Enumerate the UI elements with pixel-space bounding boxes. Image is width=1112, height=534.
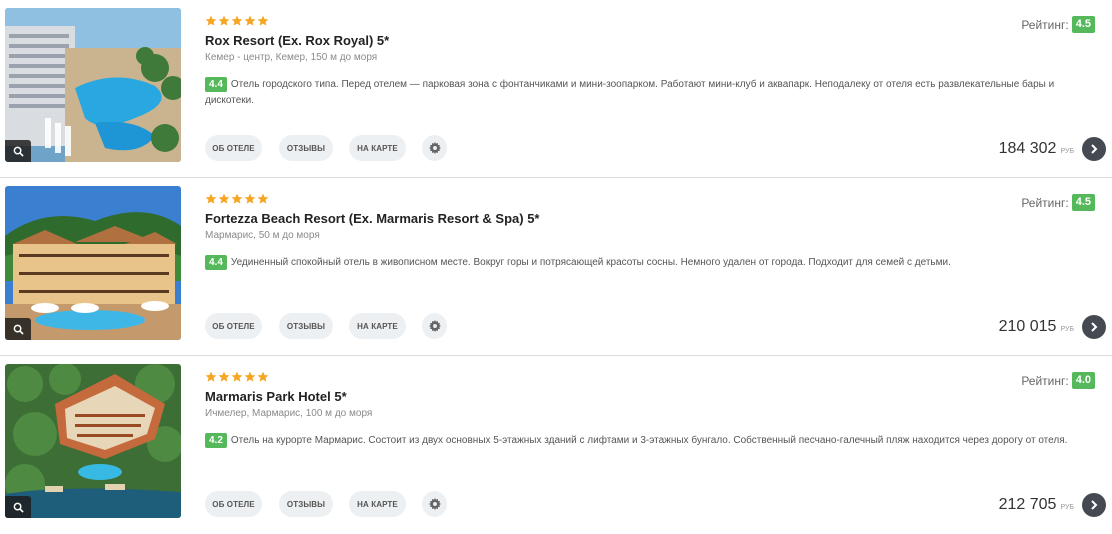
- description-text: Уединенный спокойный отель в живописном …: [230, 257, 951, 268]
- star-icon: [257, 193, 269, 204]
- description-text: Отель городского типа. Перед отелем — па…: [205, 79, 1055, 106]
- star-icon: [257, 371, 269, 382]
- zoom-button[interactable]: [5, 318, 31, 340]
- open-offer-button[interactable]: [1082, 137, 1106, 161]
- star-icon: [244, 193, 256, 204]
- reviews-button[interactable]: ОТЗЫВЫ: [279, 491, 333, 517]
- rating: Рейтинг: 4.0: [1021, 372, 1095, 389]
- hotel-photo-image: [5, 186, 181, 340]
- reviews-button[interactable]: ОТЗЫВЫ: [279, 135, 333, 161]
- open-offer-button[interactable]: [1082, 493, 1106, 517]
- hotel-title[interactable]: Rox Resort (Ex. Rox Royal) 5*: [205, 33, 389, 48]
- map-button[interactable]: НА КАРТЕ: [349, 135, 406, 161]
- hotel-title[interactable]: Marmaris Park Hotel 5*: [205, 389, 347, 404]
- price: 212 705 РУБ: [999, 496, 1074, 514]
- review-score-badge: 4.4: [205, 77, 227, 92]
- rating-badge: 4.0: [1071, 372, 1095, 389]
- hotel-list: Rox Resort (Ex. Rox Royal) 5* Кемер - це…: [0, 0, 1112, 534]
- description-text: Отель на курорте Мармарис. Состоит из дв…: [230, 435, 1068, 446]
- rating-label: Рейтинг:: [1021, 373, 1069, 388]
- about-hotel-button[interactable]: ОБ ОТЕЛЕ: [205, 135, 262, 161]
- star-icon: [244, 15, 256, 26]
- star-icon: [231, 193, 243, 204]
- rating-badge: 4.5: [1071, 16, 1095, 33]
- price-amount: 184 302: [998, 140, 1057, 157]
- gear-icon: [428, 498, 441, 510]
- hotel-description: 4.4 Уединенный спокойный отель в живописн…: [205, 255, 1105, 271]
- rating-badge: 4.5: [1071, 194, 1095, 211]
- chevron-right-icon: [1091, 322, 1098, 332]
- about-hotel-button[interactable]: ОБ ОТЕЛЕ: [205, 313, 262, 339]
- review-score-badge: 4.4: [205, 255, 227, 270]
- gear-icon: [428, 320, 441, 332]
- star-rating: [205, 193, 269, 205]
- price-currency: РУБ: [1060, 148, 1074, 155]
- star-icon: [218, 193, 230, 204]
- hotel-location: Мармарис, 50 м до моря: [205, 230, 320, 241]
- review-score-badge: 4.2: [205, 433, 227, 448]
- rating-label: Рейтинг:: [1021, 195, 1069, 210]
- star-icon: [257, 15, 269, 26]
- hotel-photo[interactable]: [5, 186, 181, 340]
- rating: Рейтинг: 4.5: [1021, 16, 1095, 33]
- rating: Рейтинг: 4.5: [1021, 194, 1095, 211]
- rating-label: Рейтинг:: [1021, 17, 1069, 32]
- star-icon: [218, 15, 230, 26]
- gear-icon: [428, 142, 441, 154]
- price-currency: РУБ: [1060, 504, 1074, 511]
- settings-button[interactable]: [422, 491, 447, 517]
- map-button[interactable]: НА КАРТЕ: [349, 491, 406, 517]
- magnifier-icon: [13, 324, 24, 335]
- hotel-title[interactable]: Fortezza Beach Resort (Ex. Marmaris Reso…: [205, 211, 540, 226]
- star-rating: [205, 371, 269, 383]
- chevron-right-icon: [1091, 500, 1098, 510]
- hotel-location: Ичмелер, Мармарис, 100 м до моря: [205, 408, 373, 419]
- star-icon: [205, 193, 217, 204]
- hotel-photo[interactable]: [5, 364, 181, 518]
- zoom-button[interactable]: [5, 140, 31, 162]
- chevron-right-icon: [1091, 144, 1098, 154]
- hotel-card: Rox Resort (Ex. Rox Royal) 5* Кемер - це…: [0, 0, 1112, 178]
- hotel-card: Marmaris Park Hotel 5* Ичмелер, Мармарис…: [0, 356, 1112, 534]
- hotel-photo-image: [5, 8, 181, 162]
- hotel-location: Кемер - центр, Кемер, 150 м до моря: [205, 52, 378, 63]
- hotel-description: 4.4 Отель городского типа. Перед отелем —…: [205, 77, 1105, 109]
- price-amount: 212 705: [998, 496, 1057, 513]
- map-button[interactable]: НА КАРТЕ: [349, 313, 406, 339]
- star-icon: [218, 371, 230, 382]
- magnifier-icon: [13, 502, 24, 513]
- hotel-description: 4.2 Отель на курорте Мармарис. Состоит из…: [205, 433, 1105, 449]
- about-hotel-button[interactable]: ОБ ОТЕЛЕ: [205, 491, 262, 517]
- price: 184 302 РУБ: [999, 140, 1074, 158]
- star-icon: [205, 371, 217, 382]
- star-icon: [231, 371, 243, 382]
- settings-button[interactable]: [422, 313, 447, 339]
- reviews-button[interactable]: ОТЗЫВЫ: [279, 313, 333, 339]
- zoom-button[interactable]: [5, 496, 31, 518]
- star-rating: [205, 15, 269, 27]
- settings-button[interactable]: [422, 135, 447, 161]
- price: 210 015 РУБ: [999, 318, 1074, 336]
- star-icon: [231, 15, 243, 26]
- open-offer-button[interactable]: [1082, 315, 1106, 339]
- magnifier-icon: [13, 146, 24, 157]
- hotel-photo-image: [5, 364, 181, 518]
- hotel-card: Fortezza Beach Resort (Ex. Marmaris Reso…: [0, 178, 1112, 356]
- star-icon: [244, 371, 256, 382]
- price-currency: РУБ: [1060, 326, 1074, 333]
- hotel-photo[interactable]: [5, 8, 181, 162]
- star-icon: [205, 15, 217, 26]
- price-amount: 210 015: [998, 318, 1057, 335]
